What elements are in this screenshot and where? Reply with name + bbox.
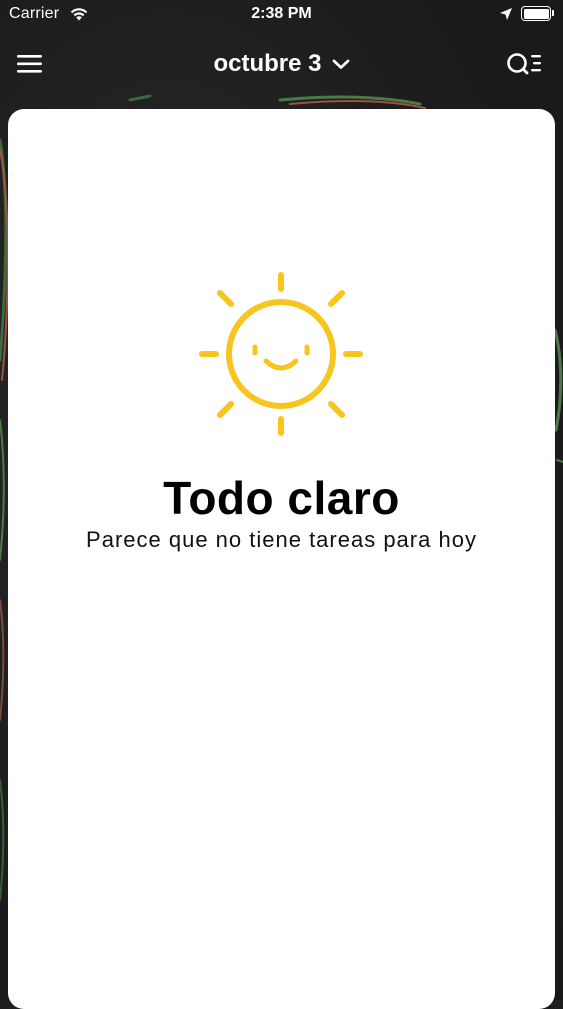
nav-bar: octubre 3 xyxy=(0,36,563,96)
battery-icon xyxy=(521,6,551,21)
search-list-button[interactable] xyxy=(500,48,548,80)
clock-time: 2:38 PM xyxy=(251,5,312,22)
smiling-sun-icon xyxy=(199,272,363,436)
battery-tip xyxy=(552,10,554,16)
empty-state-subtitle: Parece que no tiene tareas para hoy xyxy=(86,527,477,552)
status-bar: Carrier 2:38 PM xyxy=(0,0,563,30)
location-arrow-icon xyxy=(499,7,513,26)
date-label: octubre 3 xyxy=(213,50,322,77)
tasks-card: Todo claro Parece que no tiene tareas pa… xyxy=(8,109,555,1009)
chevron-down-icon xyxy=(332,49,350,77)
date-selector[interactable]: octubre 3 xyxy=(0,50,563,78)
search-list-icon xyxy=(507,53,541,75)
empty-state-title: Todo claro xyxy=(163,472,400,524)
